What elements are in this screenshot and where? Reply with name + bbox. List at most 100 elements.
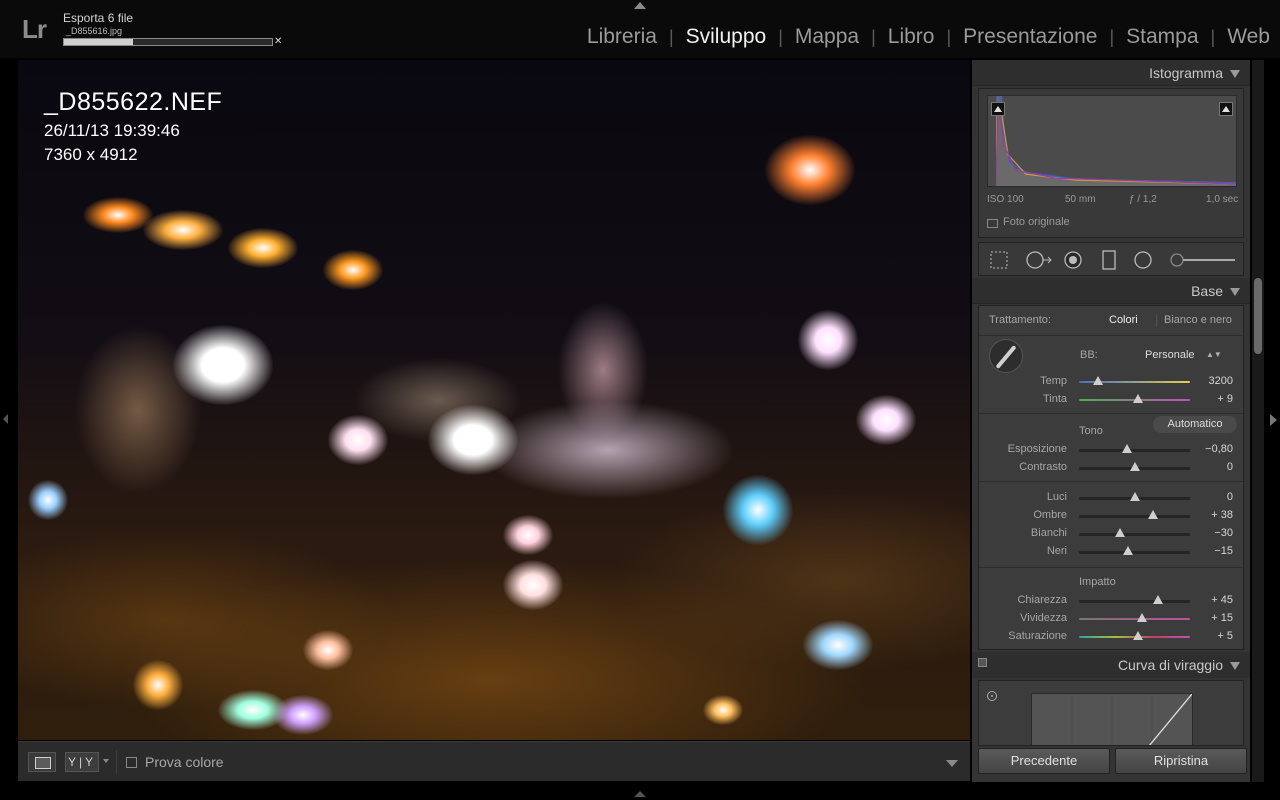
contrast-slider-thumb[interactable] xyxy=(1129,462,1140,471)
right-panel-scrollbar[interactable] xyxy=(1252,60,1264,782)
basic-header[interactable]: Base xyxy=(972,278,1250,304)
soft-proof-checkbox[interactable] xyxy=(126,757,137,768)
module-web[interactable]: Web xyxy=(1227,25,1270,49)
basic-collapse-icon[interactable] xyxy=(1230,288,1240,296)
soft-proof-label[interactable]: Prova colore xyxy=(145,754,224,770)
module-libro[interactable]: Libro xyxy=(888,25,935,49)
lightroom-logo: Lr xyxy=(22,14,47,44)
toolbar-menu-icon[interactable] xyxy=(946,760,958,767)
tone-curve-panel xyxy=(978,680,1244,746)
vibrance-value[interactable]: + 15 xyxy=(1193,612,1233,624)
bottom-toolbar: Y|Y Prova colore xyxy=(18,741,970,781)
shadows-value[interactable]: + 38 xyxy=(1193,509,1233,521)
tint-value[interactable]: + 9 xyxy=(1193,393,1233,405)
temp-slider-thumb[interactable] xyxy=(1092,376,1103,385)
before-after-dropdown-icon[interactable] xyxy=(103,759,109,763)
whites-value[interactable]: −30 xyxy=(1193,527,1233,539)
contrast-slider[interactable] xyxy=(1079,462,1190,471)
whites-slider[interactable] xyxy=(1079,528,1190,537)
contrast-label: Contrasto xyxy=(1019,461,1067,473)
photo-preview[interactable]: _D855622.NEF 26/11/13 19:39:46 7360 x 49… xyxy=(18,60,970,740)
exposure-value[interactable]: −0,80 xyxy=(1193,443,1233,455)
module-sviluppo[interactable]: Sviluppo xyxy=(686,25,767,49)
temp-value[interactable]: 3200 xyxy=(1193,375,1233,387)
loupe-view-button[interactable] xyxy=(28,752,56,772)
tone-curve-toggle-switch[interactable] xyxy=(978,658,987,667)
exposure-slider[interactable] xyxy=(1079,444,1190,453)
clarity-slider[interactable] xyxy=(1079,595,1190,604)
wb-label: BB: xyxy=(1080,349,1098,361)
before-after-button[interactable]: Y|Y xyxy=(65,752,99,772)
blacks-slider-thumb[interactable] xyxy=(1122,546,1133,555)
white-balance-eyedropper-icon[interactable] xyxy=(989,339,1023,373)
radial-filter-icon[interactable] xyxy=(1133,250,1153,270)
histogram-curve xyxy=(996,96,1236,186)
filmstrip-toggle-icon[interactable] xyxy=(634,791,646,797)
tint-slider[interactable] xyxy=(1079,394,1190,403)
tone-curve-collapse-icon[interactable] xyxy=(1230,662,1240,670)
vibrance-slider-thumb[interactable] xyxy=(1137,613,1148,622)
treatment-color-option[interactable]: Colori xyxy=(1109,314,1138,326)
highlight-clipping-icon[interactable] xyxy=(1219,102,1233,116)
wb-select-arrows-icon[interactable]: ▲▼ xyxy=(1206,350,1222,359)
exposure-slider-thumb[interactable] xyxy=(1121,444,1132,453)
clarity-slider-thumb[interactable] xyxy=(1152,595,1163,604)
scrollbar-thumb[interactable] xyxy=(1254,278,1262,354)
saturation-slider[interactable] xyxy=(1079,631,1190,640)
shadows-slider[interactable] xyxy=(1079,510,1190,519)
left-panel-toggle-icon[interactable] xyxy=(3,414,8,424)
reset-button[interactable]: Ripristina xyxy=(1115,748,1247,774)
tone-curve-header[interactable]: Curva di viraggio xyxy=(972,652,1250,678)
highlights-slider-thumb[interactable] xyxy=(1129,492,1140,501)
highlights-value[interactable]: 0 xyxy=(1193,491,1233,503)
adjustment-brush-icon[interactable] xyxy=(1169,250,1237,270)
module-presentazione[interactable]: Presentazione xyxy=(963,25,1097,49)
module-libreria[interactable]: Libreria xyxy=(587,25,657,49)
shadow-clipping-icon[interactable] xyxy=(991,102,1005,116)
bokeh-light xyxy=(228,228,298,268)
photo-filename: _D855622.NEF xyxy=(44,88,223,116)
red-eye-icon[interactable] xyxy=(1063,250,1083,270)
bokeh-light xyxy=(765,135,855,205)
right-panel-toggle-icon[interactable] xyxy=(1270,414,1277,426)
module-mappa[interactable]: Mappa xyxy=(795,25,859,49)
crop-icon[interactable] xyxy=(989,250,1009,270)
blacks-slider[interactable] xyxy=(1079,546,1190,555)
vibrance-slider[interactable] xyxy=(1079,613,1190,622)
saturation-value[interactable]: + 5 xyxy=(1193,630,1233,642)
auto-tone-button[interactable]: Automatico xyxy=(1153,416,1237,433)
wb-preset-select[interactable]: Personale xyxy=(1145,349,1195,361)
export-status-title: Esporta 6 file xyxy=(63,11,134,25)
bokeh-light xyxy=(703,695,743,725)
whites-slider-thumb[interactable] xyxy=(1115,528,1126,537)
tool-strip xyxy=(978,242,1244,276)
spot-removal-icon[interactable] xyxy=(1025,250,1053,270)
histogram-header[interactable]: Istogramma xyxy=(972,60,1250,86)
original-photo-label[interactable]: Foto originale xyxy=(1003,216,1070,228)
saturation-slider-thumb[interactable] xyxy=(1132,631,1143,640)
cancel-export-icon[interactable]: ✕ xyxy=(274,36,282,47)
treatment-separator: | xyxy=(1155,312,1159,327)
graduated-filter-icon[interactable] xyxy=(1099,250,1119,270)
bokeh-light xyxy=(323,250,383,290)
bokeh-light xyxy=(723,475,793,545)
shadows-slider-thumb[interactable] xyxy=(1148,510,1159,519)
blacks-value[interactable]: −15 xyxy=(1193,545,1233,557)
histogram-graph[interactable] xyxy=(987,95,1237,187)
histogram-collapse-icon[interactable] xyxy=(1230,70,1240,78)
tone-curve-graph[interactable] xyxy=(1031,693,1193,745)
highlights-slider[interactable] xyxy=(1079,492,1190,501)
presence-label: Impatto xyxy=(1079,576,1116,588)
targeted-adjustment-icon[interactable] xyxy=(987,691,997,701)
treatment-bw-option[interactable]: Bianco e nero xyxy=(1164,314,1232,326)
original-photo-checkbox[interactable] xyxy=(987,219,998,228)
contrast-value[interactable]: 0 xyxy=(1193,461,1233,473)
temp-slider[interactable] xyxy=(1079,376,1190,385)
previous-button[interactable]: Precedente xyxy=(978,748,1110,774)
row-divider xyxy=(979,335,1243,336)
top-panel-toggle-icon[interactable] xyxy=(634,2,646,9)
module-stampa[interactable]: Stampa xyxy=(1126,25,1198,49)
histogram-iso: ISO 100 xyxy=(987,194,1024,205)
clarity-value[interactable]: + 45 xyxy=(1193,594,1233,606)
tint-slider-thumb[interactable] xyxy=(1132,394,1143,403)
